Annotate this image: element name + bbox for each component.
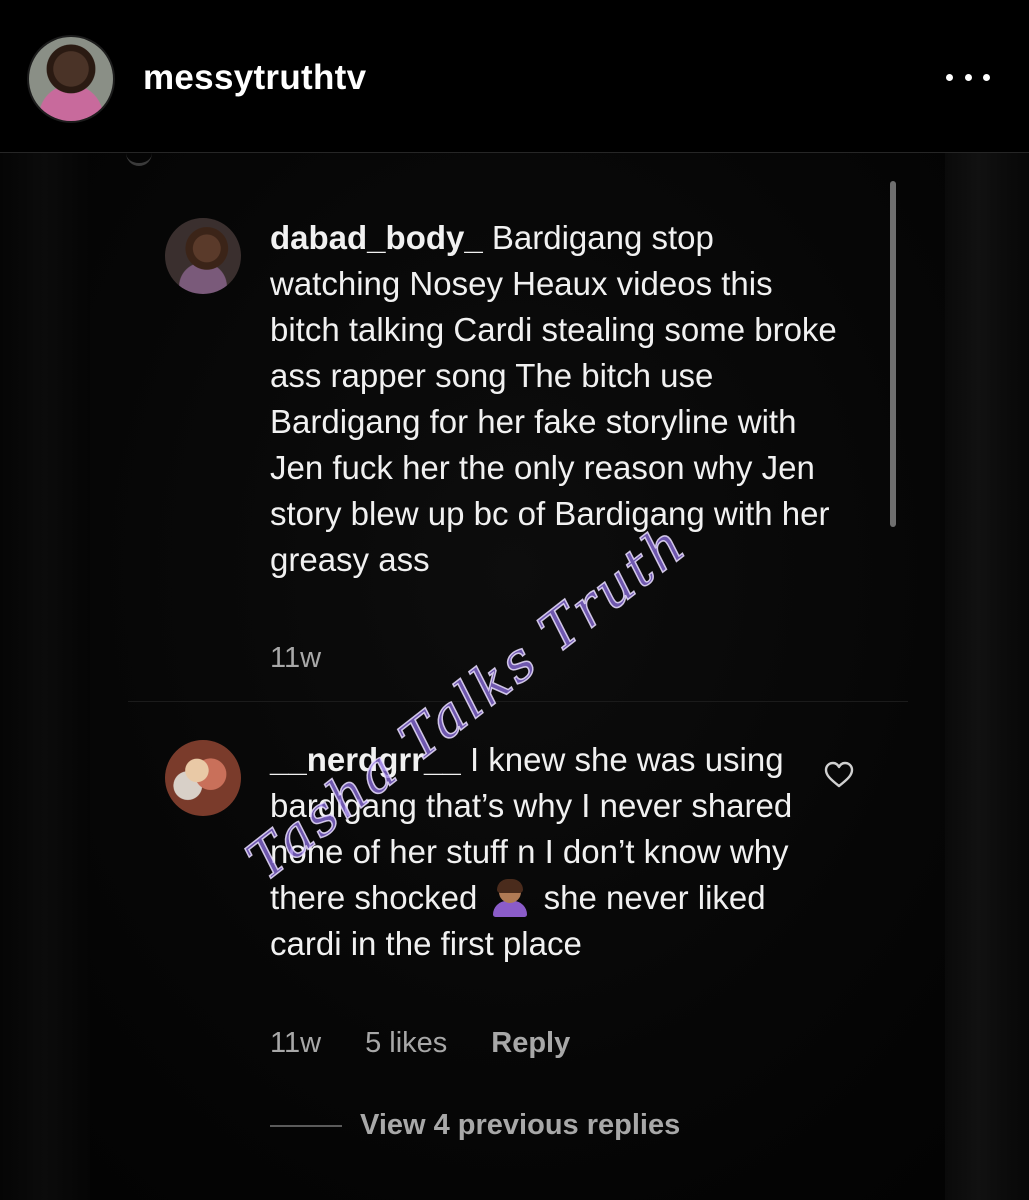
- profile-avatar[interactable]: [29, 37, 113, 121]
- comment-meta: 11w 5 likes Reply: [270, 1027, 570, 1060]
- dot: [964, 73, 972, 81]
- left-shade: [0, 153, 90, 1200]
- partial-icon: [126, 145, 152, 166]
- view-replies-label[interactable]: View 4 previous replies: [360, 1109, 680, 1142]
- scrollbar[interactable]: [890, 181, 896, 527]
- woman-facepalming-emoji-icon: [490, 879, 530, 917]
- header-username[interactable]: messytruthtv: [143, 58, 366, 98]
- dot: [983, 73, 990, 81]
- comment-meta: 11w: [270, 642, 321, 675]
- comment-avatar[interactable]: [165, 218, 241, 294]
- dot: [946, 73, 953, 81]
- comment-text: Bardigang stop watching Nosey Heaux vide…: [270, 219, 837, 578]
- comment-likes[interactable]: 5 likes: [365, 1027, 447, 1060]
- comment-username[interactable]: dabad_body_: [270, 219, 483, 256]
- comment-time: 11w: [270, 642, 322, 674]
- comment-time: 11w: [270, 1027, 322, 1059]
- post-header: messytruthtv: [0, 0, 1029, 153]
- comment-avatar[interactable]: [165, 740, 241, 816]
- heart-icon[interactable]: [824, 761, 854, 789]
- more-options-icon[interactable]: [944, 62, 992, 92]
- reply-button[interactable]: Reply: [491, 1027, 570, 1060]
- comments-screenshot: dabad_body_ Bardigang stop watching Nose…: [0, 153, 1029, 1200]
- comment-body: dabad_body_ Bardigang stop watching Nose…: [270, 215, 850, 583]
- replies-line: [270, 1124, 342, 1127]
- right-shade: [945, 153, 1029, 1200]
- view-previous-replies-button[interactable]: View 4 previous replies: [270, 1109, 680, 1142]
